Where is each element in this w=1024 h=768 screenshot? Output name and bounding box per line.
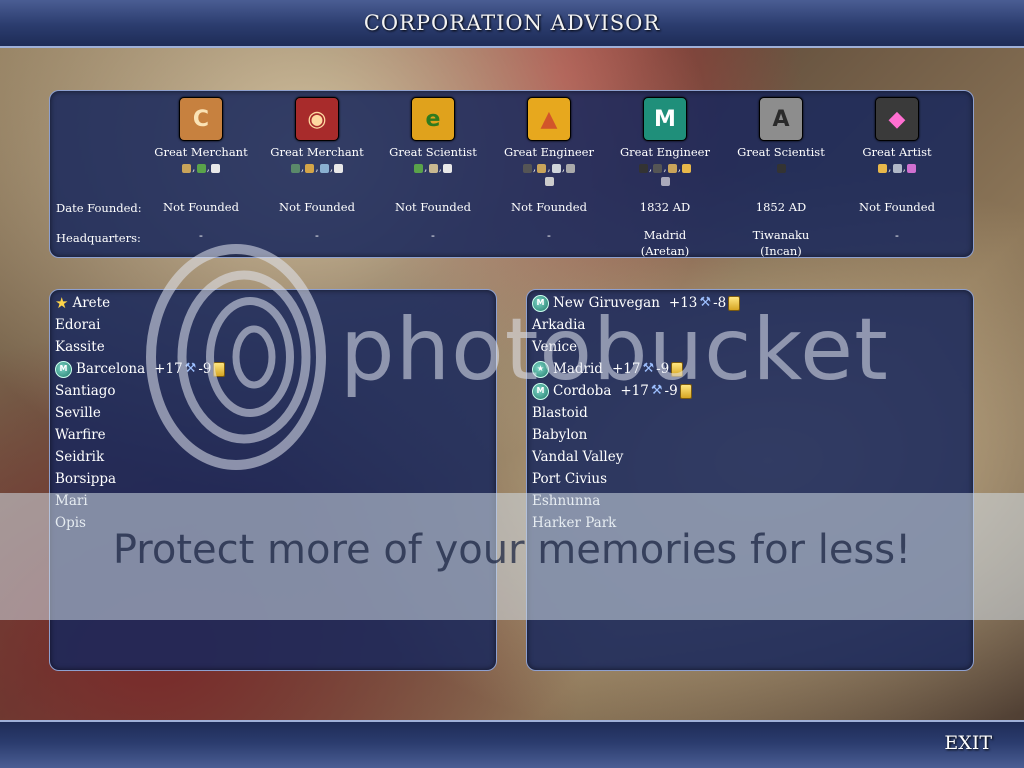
resource-icon[interactable] bbox=[551, 163, 561, 173]
city-name: Blastoid bbox=[532, 405, 588, 421]
city-name: Seidrik bbox=[55, 449, 105, 465]
city-name: Barcelona bbox=[76, 361, 146, 377]
resource-icon[interactable] bbox=[334, 163, 344, 173]
great-person-label: Great Merchant bbox=[270, 145, 364, 159]
resource-icons: ,, bbox=[375, 161, 491, 189]
merchant-c-icon[interactable]: C bbox=[179, 97, 223, 141]
aluminum-a-icon[interactable]: A bbox=[759, 97, 803, 141]
great-person-label: Great Engineer bbox=[620, 145, 710, 159]
resource-icon[interactable] bbox=[305, 163, 315, 173]
bottom-bar: EXIT bbox=[0, 720, 1024, 768]
great-person-label: Great Scientist bbox=[737, 145, 825, 159]
capital-star-icon: ★ bbox=[55, 294, 69, 312]
resource-icons: ,,, bbox=[491, 161, 607, 189]
resource-icon[interactable] bbox=[907, 163, 916, 173]
great-person-label: Great Artist bbox=[862, 145, 932, 159]
resource-icon[interactable] bbox=[776, 163, 786, 173]
corporation-column: A Great Scientist 1852 AD Tiwanaku (Incan) bbox=[723, 97, 839, 258]
city-name: Arete bbox=[72, 295, 111, 311]
resource-icon[interactable] bbox=[414, 163, 423, 173]
city-name: Kassite bbox=[55, 339, 105, 355]
resource-icons: ,, bbox=[839, 161, 955, 189]
date-founded-value: Not Founded bbox=[395, 200, 471, 214]
date-founded-label: Date Founded: bbox=[56, 201, 142, 215]
resource-icon[interactable] bbox=[878, 163, 887, 173]
resource-icon[interactable] bbox=[537, 163, 547, 173]
resource-icon[interactable] bbox=[196, 163, 206, 173]
headquarters-value: - bbox=[547, 228, 551, 242]
resource-icon[interactable] bbox=[660, 176, 670, 186]
corporation-column: e Great Scientist,, Not Founded - bbox=[375, 97, 491, 257]
corporation-column: M Great Engineer,,, 1832 AD Madrid (Aretan) bbox=[607, 97, 723, 258]
city-name: Santiago bbox=[55, 383, 116, 399]
headquarters-value: Tiwanaku (Incan) bbox=[752, 228, 810, 258]
city-name: Port Civius bbox=[532, 471, 608, 487]
great-person-label: Great Engineer bbox=[504, 145, 594, 159]
city-name: Seville bbox=[55, 405, 101, 421]
city-name: Warfire bbox=[55, 427, 106, 443]
corporation-column: ◉ Great Merchant,,, Not Founded - bbox=[259, 97, 375, 257]
corporation-column: ▲ Great Engineer,,, Not Founded - bbox=[491, 97, 607, 257]
headquarters-value: Madrid (Aretan) bbox=[640, 228, 690, 258]
great-person-label: Great Merchant bbox=[154, 145, 248, 159]
resource-icon[interactable] bbox=[443, 163, 452, 173]
resource-icons: ,,, bbox=[607, 161, 723, 189]
corporations-panel: Date Founded: Headquarters: C Great Merch… bbox=[49, 90, 974, 258]
resource-icons bbox=[723, 161, 839, 189]
diamond-icon[interactable]: ◆ bbox=[875, 97, 919, 141]
engineer-cone-icon[interactable]: ▲ bbox=[527, 97, 571, 141]
resource-icon[interactable] bbox=[653, 163, 663, 173]
date-founded-value: Not Founded bbox=[163, 200, 239, 214]
resource-icon[interactable] bbox=[638, 163, 648, 173]
mountain-m-icon[interactable]: M bbox=[643, 97, 687, 141]
resource-icon[interactable] bbox=[182, 163, 191, 173]
resource-icon[interactable] bbox=[428, 163, 438, 173]
corporation-column: C Great Merchant,, Not Founded - bbox=[143, 97, 259, 257]
exit-button[interactable]: EXIT bbox=[944, 732, 992, 754]
resource-icon[interactable] bbox=[566, 163, 576, 173]
resource-icon[interactable] bbox=[892, 163, 902, 173]
city-row[interactable]: Vandal Valley bbox=[532, 446, 740, 468]
watermark-text: Protect more of your memories for less! bbox=[112, 527, 912, 573]
city-row[interactable]: Blastoid bbox=[532, 402, 740, 424]
resource-icons: ,, bbox=[143, 161, 259, 189]
city-name: Babylon bbox=[532, 427, 588, 443]
headquarters-value: - bbox=[199, 228, 203, 242]
headquarters-value: - bbox=[895, 228, 899, 242]
date-founded-value: Not Founded bbox=[859, 200, 935, 214]
resource-icon[interactable] bbox=[319, 163, 329, 173]
date-founded-value: 1832 AD bbox=[639, 200, 691, 214]
resource-icon[interactable] bbox=[682, 163, 692, 173]
resource-icons: ,,, bbox=[259, 161, 375, 189]
science-e-icon[interactable]: e bbox=[411, 97, 455, 141]
city-row[interactable]: Babylon bbox=[532, 424, 740, 446]
city-name: Borsippa bbox=[55, 471, 117, 487]
resource-icon[interactable] bbox=[211, 163, 220, 173]
resource-icon[interactable] bbox=[544, 176, 554, 186]
title-bar: CORPORATION ADVISOR bbox=[0, 0, 1024, 48]
city-name: Vandal Valley bbox=[532, 449, 624, 465]
resource-icon[interactable] bbox=[290, 163, 300, 173]
headquarters-label: Headquarters: bbox=[56, 231, 141, 245]
date-founded-value: Not Founded bbox=[511, 200, 587, 214]
date-founded-value: Not Founded bbox=[279, 200, 355, 214]
corporation-hq-icon: M bbox=[55, 360, 72, 378]
city-row[interactable]: Port Civius bbox=[532, 468, 740, 490]
headquarters-value: - bbox=[315, 228, 319, 242]
food-corp-icon[interactable]: ◉ bbox=[295, 97, 339, 141]
headquarters-value: - bbox=[431, 228, 435, 242]
watermark-logo-text: photobucket bbox=[340, 300, 889, 400]
corporation-column: ◆ Great Artist,, Not Founded - bbox=[839, 97, 955, 257]
date-founded-value: 1852 AD bbox=[755, 200, 807, 214]
city-name: Edorai bbox=[55, 317, 101, 333]
great-person-label: Great Scientist bbox=[389, 145, 477, 159]
resource-icon[interactable] bbox=[667, 163, 677, 173]
resource-icon[interactable] bbox=[522, 163, 532, 173]
watermark-logo-icon bbox=[146, 244, 326, 470]
screen-title: CORPORATION ADVISOR bbox=[363, 11, 661, 35]
